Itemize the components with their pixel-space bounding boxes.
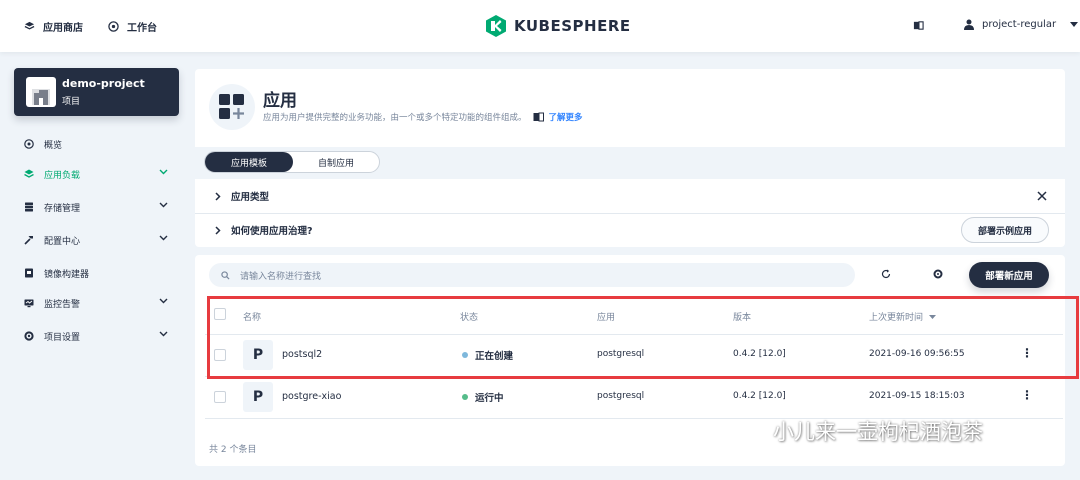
highlight-box — [207, 296, 1079, 379]
app-name[interactable]: postgre-xiao — [282, 391, 341, 402]
watermark: 小儿来一壶枸杞酒泡茶 — [733, 416, 983, 446]
app-template: postgresql — [597, 391, 645, 401]
search-placeholder: 请输入名称进行查找 — [240, 271, 322, 282]
sidebar-item-monitoring[interactable]: 监控告警 — [24, 293, 174, 313]
more-icon[interactable]: ⋮ — [1021, 389, 1033, 401]
deploy-new-app-button[interactable]: 部署新应用 — [969, 262, 1049, 288]
book-icon — [533, 112, 544, 122]
project-name: demo-project — [62, 77, 145, 90]
workbench-link[interactable]: 工作台 — [108, 19, 157, 34]
logo-text: KUBESPHERE — [514, 17, 631, 35]
settings-icon[interactable] — [933, 269, 943, 279]
app-store-icon — [24, 21, 35, 32]
book-icon[interactable] — [913, 20, 924, 31]
app-store-link[interactable]: 应用商店 — [24, 19, 83, 34]
status-text: 运行中 — [475, 393, 504, 404]
how-to-label: 如何使用应用治理? — [231, 226, 313, 237]
watermark-text: 小儿来一壶枸杞酒泡茶 — [773, 420, 983, 444]
monitor-icon — [24, 298, 34, 308]
sidebar-item-label: 存储管理 — [44, 203, 81, 214]
tab-app-templates[interactable]: 应用模板 — [205, 152, 293, 172]
user-menu[interactable]: project-regular — [964, 19, 1079, 30]
hammer-icon — [24, 235, 34, 245]
page-header: 应用 应用为用户提供完整的业务功能，由一个或多个特定功能的组件组成。 了解更多 — [195, 69, 1065, 147]
status-badge: 运行中 — [462, 390, 504, 404]
page-title: 应用 — [263, 91, 297, 111]
sidebar-item-storage[interactable]: 存储管理 — [24, 197, 174, 217]
chevron-down-icon — [159, 201, 168, 211]
chevron-down-icon — [159, 330, 168, 340]
kubesphere-logo[interactable]: KUBESPHERE — [486, 15, 631, 37]
search-input[interactable]: 请输入名称进行查找 — [209, 263, 855, 287]
sidebar-item-label: 监控告警 — [44, 299, 81, 310]
page-description: 应用为用户提供完整的业务功能，由一个或多个特定功能的组件组成。 了解更多 — [263, 111, 583, 123]
app-types-row[interactable]: 应用类型 — [195, 179, 1065, 213]
table-row[interactable]: P postgre-xiao 运行中 postgresql 0.4.2 [12.… — [195, 376, 1065, 418]
how-to-row[interactable]: 如何使用应用治理? — [195, 213, 1065, 247]
sidebar-item-label: 镜像构建器 — [44, 269, 90, 280]
layers-icon — [24, 169, 34, 179]
app-tabs: 应用模板 自制应用 — [204, 151, 380, 173]
sidebar-item-configuration[interactable]: 配置中心 — [24, 230, 174, 250]
project-selector[interactable]: demo-project 项目 — [14, 68, 179, 116]
username: project-regular — [982, 19, 1057, 30]
deploy-sample-button[interactable]: 部署示例应用 — [961, 217, 1049, 243]
chevron-right-icon — [215, 191, 221, 201]
status-dot — [462, 394, 468, 400]
tabs-row: 应用模板 自制应用 — [195, 147, 1065, 179]
sidebar-item-overview[interactable]: 概览 — [24, 134, 174, 154]
total-count: 共 2 个条目 — [209, 445, 257, 455]
chevron-down-icon — [159, 234, 168, 244]
learn-more-link[interactable]: 了解更多 — [533, 111, 583, 123]
top-navbar: 应用商店 工作台 KUBESPHERE project-regular — [0, 0, 1080, 52]
app-store-label: 应用商店 — [43, 23, 83, 34]
project-icon — [26, 77, 56, 107]
gear-icon — [24, 331, 34, 341]
sidebar-item-label: 应用负载 — [44, 170, 81, 181]
chevron-right-icon — [215, 225, 221, 235]
chevron-down-icon — [159, 168, 168, 178]
row-checkbox[interactable] — [214, 391, 226, 403]
sidebar-item-image-builder[interactable]: 镜像构建器 — [24, 263, 174, 283]
updated-time: 2021-09-15 18:15:03 — [869, 391, 965, 401]
sidebar-item-label: 配置中心 — [44, 236, 81, 247]
wechat-icon — [733, 418, 767, 444]
image-builder-icon — [24, 268, 34, 278]
search-icon — [221, 270, 230, 280]
kubesphere-logo-icon — [486, 15, 506, 37]
learn-more-label: 了解更多 — [548, 113, 583, 123]
user-icon — [964, 19, 974, 30]
sidebar-item-project-settings[interactable]: 项目设置 — [24, 326, 174, 346]
close-icon[interactable] — [1037, 191, 1047, 201]
app-types-label: 应用类型 — [231, 192, 270, 203]
info-panel: 应用类型 如何使用应用治理? 部署示例应用 — [195, 179, 1065, 247]
project-type: 项目 — [62, 97, 81, 107]
refresh-icon[interactable] — [881, 269, 891, 279]
chevron-down-icon — [159, 297, 168, 307]
database-icon — [24, 202, 34, 212]
sidebar-item-label: 概览 — [44, 140, 63, 151]
description-text: 应用为用户提供完整的业务功能，由一个或多个特定功能的组件组成。 — [263, 113, 527, 123]
workbench-icon — [108, 21, 119, 32]
app-avatar: P — [243, 382, 273, 412]
caret-down-icon — [1070, 22, 1079, 27]
sidebar-item-app-workloads[interactable]: 应用负载 — [24, 164, 174, 184]
apps-icon — [209, 84, 255, 130]
app-version: 0.4.2 [12.0] — [733, 391, 786, 401]
sidebar-item-label: 项目设置 — [44, 332, 81, 343]
workbench-label: 工作台 — [127, 23, 157, 34]
dashboard-icon — [24, 139, 34, 149]
tab-custom-apps[interactable]: 自制应用 — [293, 152, 379, 172]
